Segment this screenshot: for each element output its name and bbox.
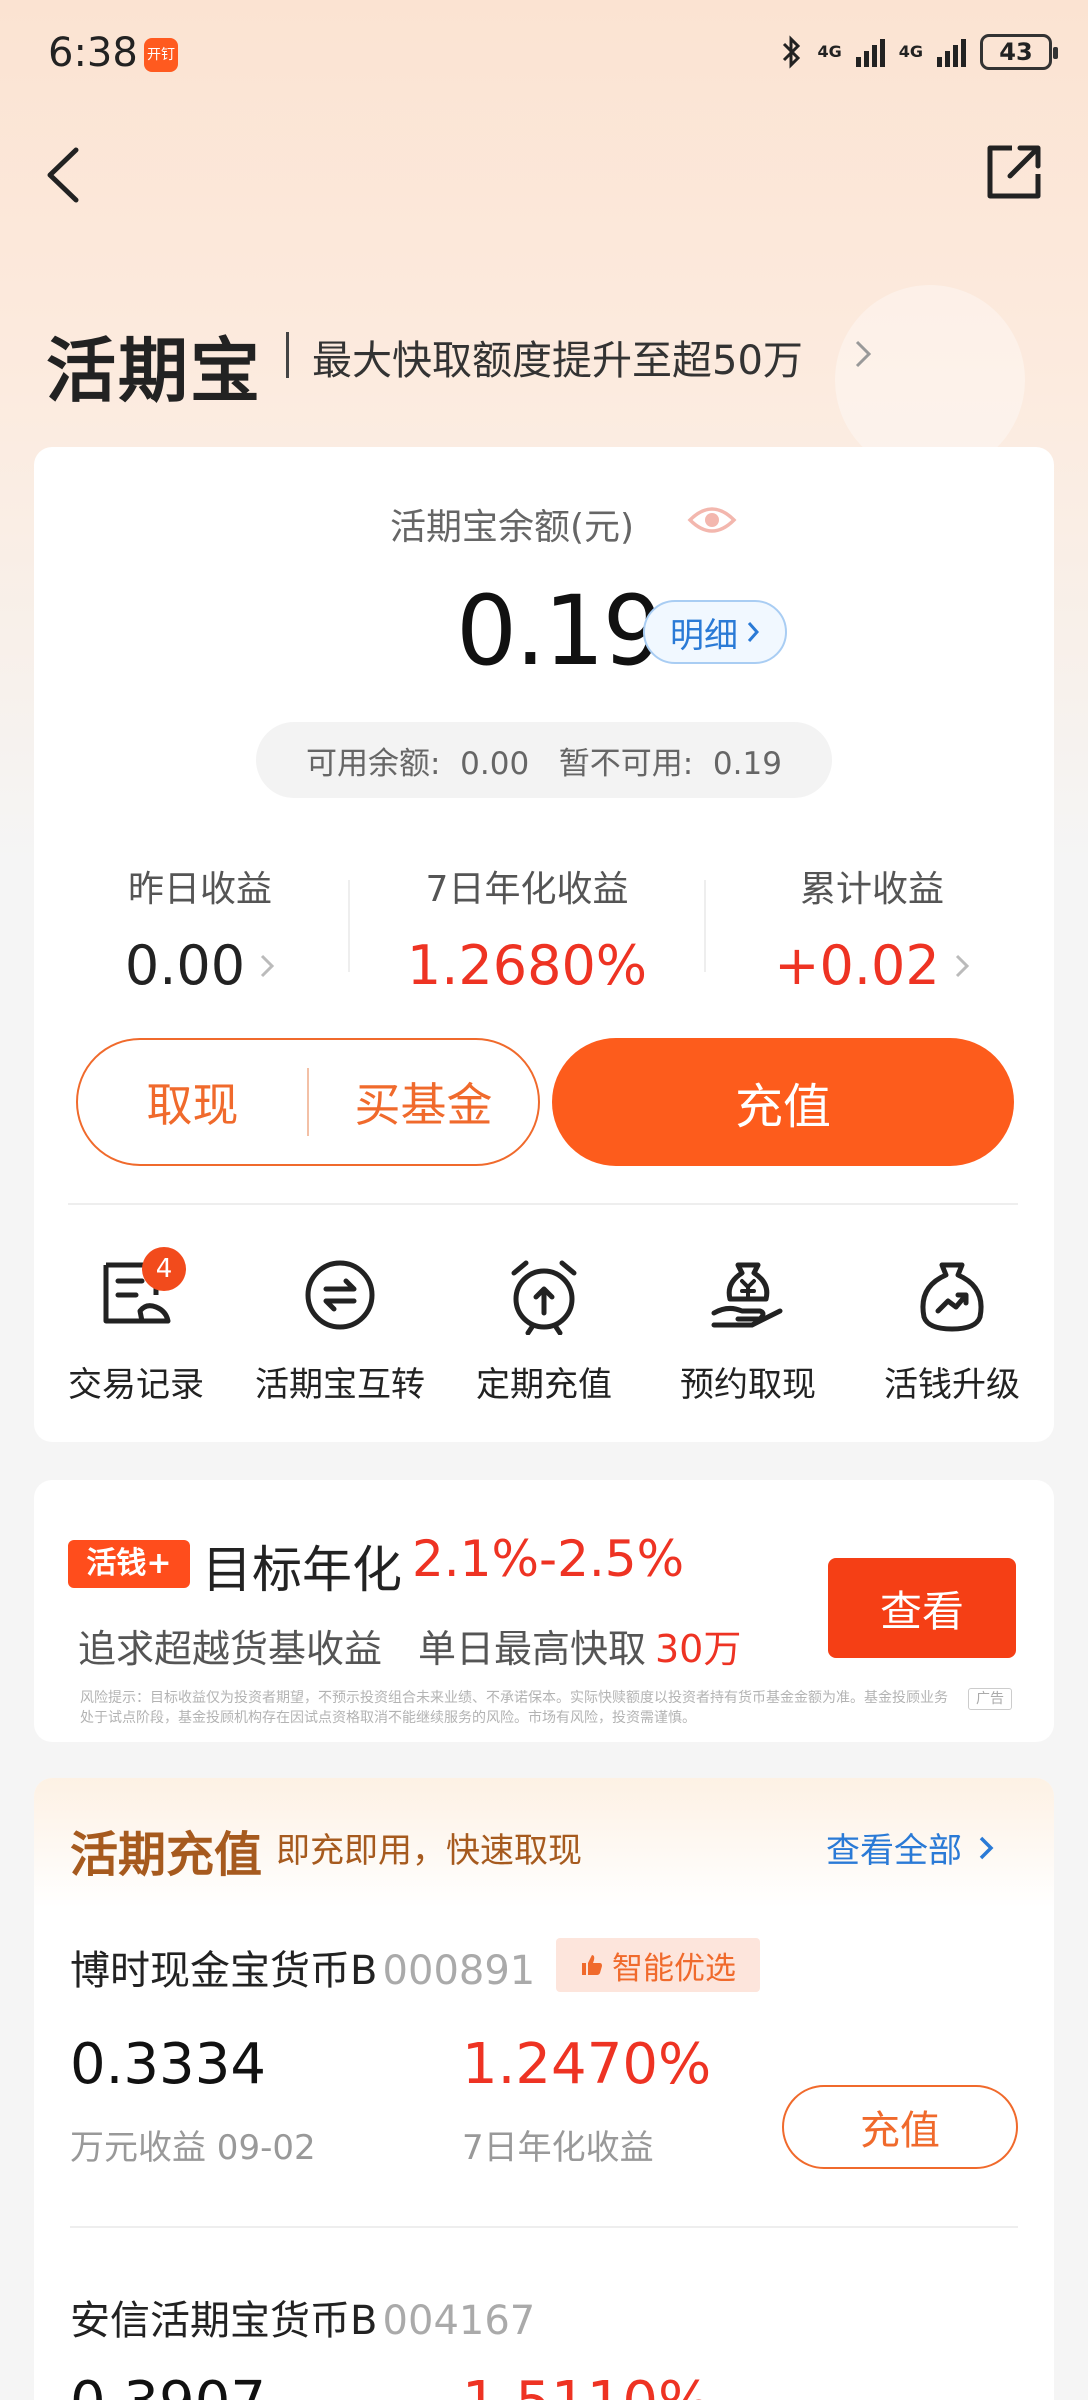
stat-label: 累计收益 [799,869,944,910]
ad-tag: 广告 [968,1688,1012,1710]
goal-title: 目标年化 [202,1541,402,1599]
buy-fund-button[interactable]: 买基金 [309,1069,538,1135]
fund-item-1-title[interactable]: 博时现金宝货币B 000891 [70,1938,535,1996]
transaction-record-icon: 4 [96,1247,186,1335]
fund-code: 004167 [382,2298,536,2344]
stat-value: 0.00 [124,934,246,997]
withdraw-buy-group: 取现 买基金 [76,1038,540,1166]
divider [70,2226,1018,2228]
stat-divider [348,880,350,972]
stat-cumulative[interactable]: 累计收益 +0.02 [702,860,1042,997]
brand-divider [286,332,289,378]
status-time: 6:38 [48,30,138,76]
goal-subtitle: 追求超越货基收益 [78,1627,383,1671]
smart-pick-label: 智能优选 [612,1950,736,1987]
fund-name: 安信活期宝货币B [70,2298,378,2344]
fund-code: 000891 [382,1948,536,1994]
notification-badge: 4 [142,1247,186,1291]
chevron-right-icon[interactable] [852,336,874,372]
stat-label: 昨日收益 [127,869,272,910]
shortcut-transfer[interactable]: 活期宝互转 [238,1255,442,1406]
shortcut-label: 交易记录 [68,1365,204,1405]
promo-banner-text[interactable]: 最大快取额度提升至超50万 [312,328,803,386]
fund-income-label: 万元收益 09-02 [70,2128,316,2168]
smart-pick-tag: 智能优选 [556,1938,760,1992]
stat-7day: 7日年化收益 1.2680% [357,860,697,997]
withdraw-button[interactable]: 取现 [78,1069,307,1135]
fund-income: 0.3907 [70,2370,266,2400]
fund-name: 博时现金宝货币B [70,1948,378,1994]
stat-value: 1.2680% [406,934,648,997]
shortcut-upgrade[interactable]: 活钱升级 [850,1255,1054,1406]
fund-rate-label: 7日年化收益 [462,2128,654,2168]
money-hand-icon [708,1255,788,1335]
stat-value: +0.02 [774,934,940,997]
goal-subtitle-highlight: 30万 [655,1627,742,1671]
chevron-right-icon [261,954,275,977]
shortcut-label: 预约取现 [680,1365,816,1405]
balance-label: 活期宝余额(元) [389,507,635,548]
recharge-button[interactable]: 充值 [552,1038,1014,1166]
detail-button[interactable]: 明细 [643,600,787,664]
money-bag-growth-icon [912,1255,992,1335]
fund-income: 0.3334 [70,2032,266,2097]
status-icons: 4G 4G 43 [781,30,1058,74]
back-icon[interactable] [40,140,90,210]
shortcut-scheduled-recharge[interactable]: 定期充值 [442,1255,646,1406]
shortcut-reserve-withdraw[interactable]: 预约取现 [646,1255,850,1406]
divider [68,1203,1018,1205]
chevron-right-icon [979,1836,994,1859]
chevron-right-icon [747,622,760,642]
fund-rate: 1.5110% [462,2370,711,2400]
bluetooth-icon [783,35,801,69]
transfer-icon [300,1255,380,1335]
shortcut-label: 活钱升级 [884,1365,1020,1405]
detail-label: 明细 [670,615,738,656]
stat-label: 7日年化收益 [425,869,629,910]
shortcut-label: 活期宝互转 [255,1365,425,1405]
share-icon[interactable] [982,140,1046,204]
shortcut-transactions[interactable]: 4 交易记录 [34,1247,238,1406]
stat-yesterday[interactable]: 昨日收益 0.00 [30,860,370,997]
fund-recharge-button[interactable]: 充值 [782,2085,1018,2169]
chevron-right-icon [955,954,969,977]
balance-value: 0.19 [456,575,664,687]
goal-rate: 2.1%-2.5% [412,1530,685,1588]
huoqian-plus-tag: 活钱+ [68,1540,190,1588]
brand-logo: 活期宝 [46,330,262,412]
network-type-2: 4G [898,42,923,61]
signal-icon-2 [937,37,966,67]
thumbs-up-icon [582,1955,602,1975]
app-notification-icon: 开钉 [144,38,178,72]
fund-item-2-title[interactable]: 安信活期宝货币B 004167 [70,2288,535,2346]
section-subtitle: 即充即用，快速取现 [276,1831,582,1871]
battery-icon: 43 [980,34,1058,70]
eye-icon[interactable] [686,500,738,540]
signal-icon-1 [855,37,885,67]
shortcut-label: 定期充值 [476,1365,612,1405]
section-title: 活期充值 [70,1827,263,1883]
risk-disclaimer: 风险提示：目标收益仅为投资者期望，不预示投资组合未来业绩、不承诺保本。实际快赎额… [80,1690,948,1726]
available-balance: 可用余额: 0.00 暂不可用: 0.19 [256,722,832,798]
goal-subtitle-2: 单日最高快取 [418,1627,647,1671]
view-button[interactable]: 查看 [828,1558,1016,1658]
fund-rate: 1.2470% [462,2032,712,2097]
see-all-label: 查看全部 [826,1831,962,1871]
alarm-clock-icon [504,1255,584,1336]
network-type-1: 4G [817,42,842,61]
see-all-link[interactable]: 查看全部 [826,1823,994,1872]
